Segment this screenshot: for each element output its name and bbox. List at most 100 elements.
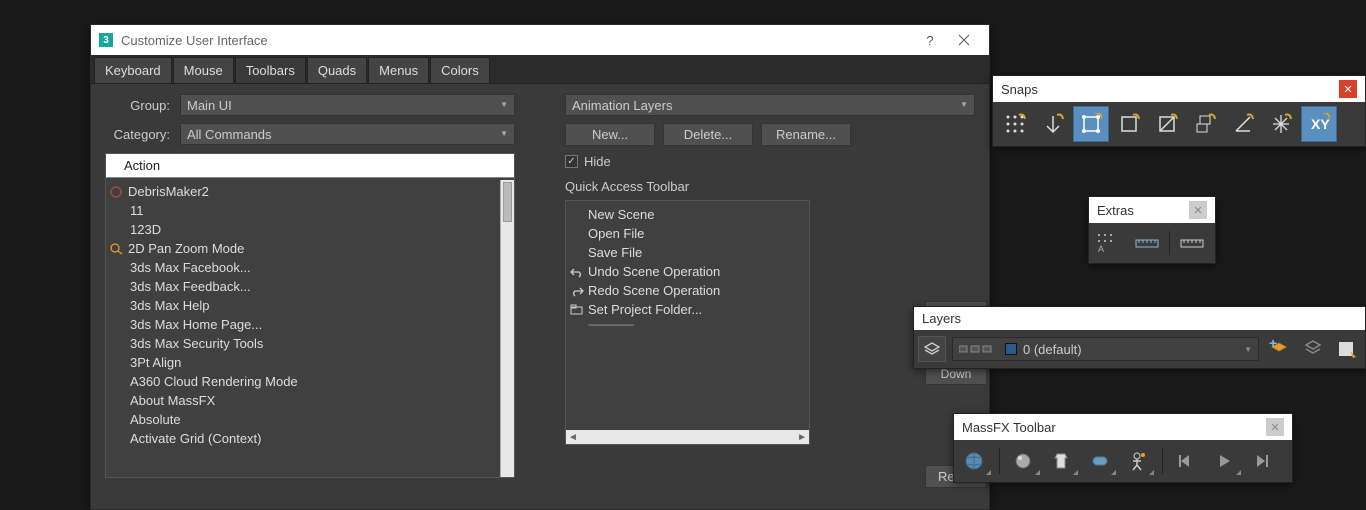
list-item: About MassFX (106, 391, 500, 410)
layers-panel[interactable]: Layers 0 (default) + (913, 306, 1366, 369)
snap-endpoint[interactable] (1187, 106, 1223, 142)
list-item: 3ds Max Facebook... (106, 258, 500, 277)
mfx-capsule[interactable] (1083, 446, 1117, 476)
dialog-titlebar[interactable]: 3 Customize User Interface ? (91, 25, 989, 55)
ruler-tool-2[interactable] (1176, 229, 1208, 257)
snaps-body: XY (993, 102, 1365, 146)
snap-perp[interactable] (1111, 106, 1147, 142)
list-item: Redo Scene Operation (566, 281, 809, 300)
layers-titlebar[interactable]: Layers (914, 307, 1365, 330)
tab-quads[interactable]: Quads (307, 57, 367, 83)
list-item: Open File (566, 224, 809, 243)
scroll-right-icon[interactable]: ► (797, 432, 807, 443)
snaps-titlebar[interactable]: Snaps ✕ (993, 76, 1365, 102)
close-icon (958, 34, 970, 46)
ruler-tool-1[interactable] (1131, 229, 1163, 257)
separator (999, 448, 1000, 474)
snap-angle[interactable] (1225, 106, 1261, 142)
mfx-rewind[interactable] (1170, 446, 1204, 476)
scroll-thumb[interactable] (503, 182, 512, 222)
list-item: 2D Pan Zoom Mode (106, 239, 500, 258)
mfx-ragdoll[interactable] (1121, 446, 1155, 476)
layer-color-swatch (1005, 343, 1017, 355)
qat-list[interactable]: New Scene Open File Save File Undo Scene… (566, 201, 809, 335)
hide-checkbox-row[interactable]: ✓ Hide (565, 154, 975, 169)
tab-mouse[interactable]: Mouse (173, 57, 234, 83)
extras-body: A (1089, 223, 1215, 263)
delete-button[interactable]: Delete... (663, 123, 753, 146)
vertical-scrollbar[interactable] (500, 180, 514, 477)
category-select[interactable]: All Commands (180, 123, 515, 145)
list-item: Absolute (106, 410, 500, 429)
list-item: 3Pt Align (106, 353, 500, 372)
snap-tangent[interactable] (1149, 106, 1185, 142)
massfx-close-button[interactable]: ✕ (1266, 418, 1284, 436)
qat-divider: ----------------- (566, 319, 809, 331)
select-layer-button[interactable] (1333, 336, 1361, 362)
category-label: Category: (105, 127, 180, 142)
snap-xy[interactable]: XY (1301, 106, 1337, 142)
left-column: Group: Main UI Category: All Commands Ac… (105, 94, 515, 478)
tab-keyboard[interactable]: Keyboard (94, 57, 172, 83)
layers-title: Layers (922, 311, 961, 326)
massfx-titlebar[interactable]: MassFX Toolbar ✕ (954, 414, 1292, 440)
layer-manager-button[interactable] (918, 336, 946, 362)
scroll-left-icon[interactable]: ◄ (568, 432, 578, 443)
snaps-panel[interactable]: Snaps ✕ XY (992, 75, 1366, 147)
pan-zoom-icon (110, 243, 124, 255)
snap-pivot[interactable] (1035, 106, 1071, 142)
snaps-title: Snaps (1001, 82, 1038, 97)
hide-checkbox[interactable]: ✓ (565, 155, 578, 168)
list-item: Set Project Folder... (566, 300, 809, 319)
rename-button[interactable]: Rename... (761, 123, 851, 146)
group-select[interactable]: Main UI (180, 94, 515, 116)
svg-text:+: + (1269, 339, 1277, 351)
layer-current-name: 0 (default) (1023, 342, 1082, 357)
list-item: 3ds Max Help (106, 296, 500, 315)
list-item: New Scene (566, 205, 809, 224)
horizontal-scrollbar[interactable]: ◄ ► (566, 430, 809, 444)
layers-body: 0 (default) + (914, 330, 1365, 368)
add-to-layer-button[interactable] (1299, 336, 1327, 362)
list-item: 123D (106, 220, 500, 239)
tab-colors[interactable]: Colors (430, 57, 490, 83)
extras-close-button[interactable]: ✕ (1189, 201, 1207, 219)
hide-label: Hide (584, 154, 611, 169)
mfx-world[interactable] (958, 446, 992, 476)
group-label: Group: (105, 98, 180, 113)
tab-bar: Keyboard Mouse Toolbars Quads Menus Colo… (91, 55, 989, 84)
extras-title: Extras (1097, 203, 1134, 218)
new-button[interactable]: New... (565, 123, 655, 146)
close-button[interactable] (947, 25, 981, 55)
qat-list-box: New Scene Open File Save File Undo Scene… (565, 200, 810, 445)
extras-titlebar[interactable]: Extras ✕ (1089, 197, 1215, 223)
layer-swatch-icons (959, 342, 999, 356)
mfx-play[interactable] (1208, 446, 1242, 476)
help-button[interactable]: ? (913, 25, 947, 55)
mfx-cloth[interactable] (1045, 446, 1079, 476)
list-item: Undo Scene Operation (566, 262, 809, 281)
new-layer-button[interactable]: + (1265, 336, 1293, 362)
action-list[interactable]: DebrisMaker2 11 123D 2D Pan Zoom Mode 3d… (106, 180, 500, 477)
action-column-header[interactable]: Action (106, 154, 514, 178)
massfx-panel[interactable]: MassFX Toolbar ✕ (953, 413, 1293, 483)
tab-menus[interactable]: Menus (368, 57, 429, 83)
array-tool[interactable]: A (1093, 229, 1125, 257)
list-item: DebrisMaker2 (106, 182, 500, 201)
qat-section-label: Quick Access Toolbar (565, 179, 975, 194)
massfx-body (954, 440, 1292, 482)
debris-icon (110, 186, 124, 198)
list-item: Save File (566, 243, 809, 262)
snap-bbox[interactable] (1073, 106, 1109, 142)
layer-select[interactable]: 0 (default) (952, 337, 1259, 361)
snap-grid[interactable] (997, 106, 1033, 142)
snap-frozen[interactable] (1263, 106, 1299, 142)
snaps-close-button[interactable]: ✕ (1339, 80, 1357, 98)
extras-panel[interactable]: Extras ✕ A (1088, 196, 1216, 264)
mfx-step[interactable] (1246, 446, 1280, 476)
tab-toolbars[interactable]: Toolbars (235, 57, 306, 83)
massfx-title: MassFX Toolbar (962, 420, 1056, 435)
toolbar-select[interactable]: Animation Layers (565, 94, 975, 116)
mfx-sphere[interactable] (1007, 446, 1041, 476)
separator (1169, 231, 1170, 255)
